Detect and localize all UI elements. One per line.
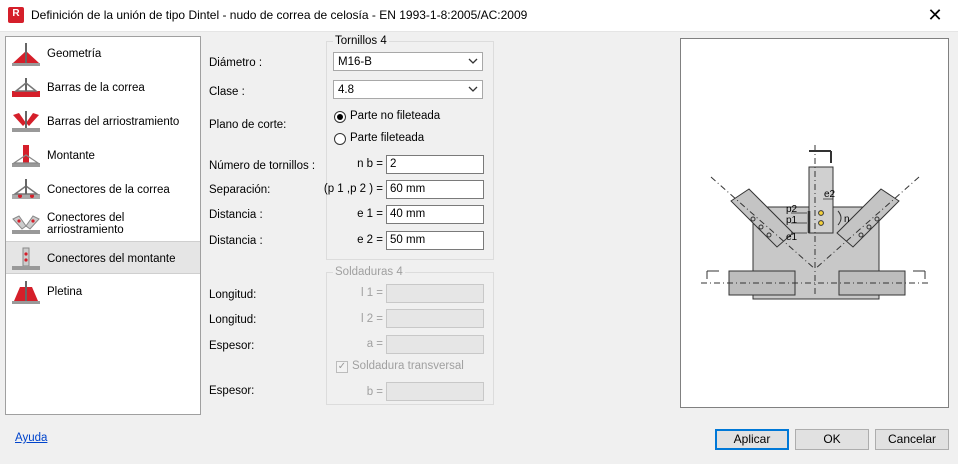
apply-button[interactable]: Aplicar [715, 429, 789, 450]
app-icon: R [8, 7, 24, 23]
weld-thickness-symbol: a = [366, 338, 383, 350]
weld-length2-input [386, 309, 484, 328]
ok-button[interactable]: OK [795, 429, 869, 450]
diameter-select[interactable]: M16-B [333, 52, 483, 71]
weld-length1-label: Longitud: [209, 289, 257, 301]
bolt-count-symbol: n b = [357, 158, 383, 170]
distance-e1-input[interactable]: 40 mm [386, 205, 484, 224]
distance-e1-label: Distancia : [209, 209, 263, 221]
sidebar-item-bracing-connectors[interactable]: Conectores del arriostramiento [6, 207, 200, 240]
bracing-connectors-icon [12, 215, 40, 234]
spacing-symbol: (p 1 ,p 2 ) = [323, 183, 383, 195]
sidebar-item-label: Barras del arriostramiento [47, 115, 180, 128]
shear-threaded-radio[interactable] [334, 133, 346, 145]
sidebar-item-purlin-bars[interactable]: Barras de la correa [6, 71, 200, 104]
distance-e2-symbol: e 2 = [357, 234, 383, 246]
shear-unthreaded-label[interactable]: Parte no fileteada [350, 110, 440, 122]
cancel-button[interactable]: Cancelar [875, 429, 949, 450]
help-link[interactable]: Ayuda [15, 432, 47, 444]
welds-group-title: Soldaduras 4 [333, 266, 405, 278]
weld-length2-symbol: l 2 = [360, 313, 383, 325]
transverse-weld-checkbox: ✓ [336, 361, 348, 373]
sidebar-item-label: Conectores del arriostramiento [47, 211, 125, 236]
diameter-value: M16-B [338, 56, 372, 68]
preview-label-n: n [844, 214, 850, 225]
sidebar-item-purlin-connectors[interactable]: Conectores de la correa [6, 173, 200, 206]
preview-label-p2: p2 [786, 204, 798, 215]
weld-length2-label: Longitud: [209, 314, 257, 326]
preview-label-p1: p1 [786, 215, 798, 226]
title-bar: R Definición de la unión de tipo Dintel … [0, 0, 958, 32]
shear-threaded-label[interactable]: Parte fileteada [350, 132, 424, 144]
sidebar-item-post-connectors[interactable]: Conectores del montante [6, 241, 200, 274]
close-button[interactable]: ✕ [912, 0, 958, 31]
weld-thickness2-symbol: b = [366, 386, 383, 398]
sidebar-nav: Geometría Barras de la correa Barras del… [5, 36, 201, 415]
window-title: Definición de la unión de tipo Dintel - … [31, 8, 528, 22]
chevron-down-icon [468, 86, 478, 92]
bolts-group [326, 41, 494, 260]
bolt-count-input[interactable]: 2 [386, 155, 484, 174]
sidebar-item-label: Conectores del montante [47, 252, 176, 265]
weld-thickness-input [386, 335, 484, 354]
distance-e1-symbol: e 1 = [357, 208, 383, 220]
spacing-input[interactable]: 60 mm [386, 180, 484, 199]
spacing-label: Separación: [209, 184, 271, 196]
connection-preview: p2 p1 e1 e2 n [680, 38, 949, 408]
transverse-weld-label: Soldadura transversal [352, 360, 464, 372]
purlin-connectors-icon [12, 179, 40, 199]
weld-length1-input [386, 284, 484, 303]
sidebar-item-geometry[interactable]: Geometría [6, 37, 200, 70]
sidebar-item-gusset-plate[interactable]: Pletina [6, 275, 200, 308]
purlin-bars-icon [12, 78, 40, 97]
distance-e2-input[interactable]: 50 mm [386, 231, 484, 250]
class-select[interactable]: 4.8 [333, 80, 483, 99]
class-label: Clase : [209, 86, 245, 98]
weld-length1-symbol: l 1 = [360, 287, 383, 299]
post-icon [12, 145, 40, 167]
bracing-bars-icon [12, 111, 40, 132]
preview-label-e1: e1 [786, 232, 798, 243]
bolt-count-label: Número de tornillos : [209, 160, 316, 172]
weld-thickness2-input [386, 382, 484, 401]
sidebar-item-bracing-bars[interactable]: Barras del arriostramiento [6, 105, 200, 138]
chevron-down-icon [468, 58, 478, 64]
weld-thickness2-label: Espesor: [209, 385, 255, 397]
class-value: 4.8 [338, 84, 354, 96]
post-connectors-icon [12, 247, 40, 270]
weld-thickness-label: Espesor: [209, 340, 255, 352]
preview-label-e2: e2 [824, 189, 836, 200]
sidebar-item-label: Barras de la correa [47, 81, 145, 94]
sidebar-item-label: Montante [47, 149, 95, 162]
shear-plane-label: Plano de corte: [209, 119, 287, 131]
geometry-icon [12, 43, 40, 66]
distance-e2-label: Distancia : [209, 235, 263, 247]
sidebar-item-post[interactable]: Montante [6, 139, 200, 172]
sidebar-item-label: Pletina [47, 285, 83, 298]
sidebar-item-label: Conectores de la correa [47, 183, 170, 196]
shear-unthreaded-radio[interactable] [334, 111, 346, 123]
sidebar-item-label: Geometría [47, 47, 102, 60]
bolts-group-title: Tornillos 4 [333, 35, 389, 47]
connection-drawing: p2 p1 e1 e2 n [701, 145, 929, 300]
gusset-plate-icon [12, 281, 40, 304]
diameter-label: Diámetro : [209, 57, 263, 69]
